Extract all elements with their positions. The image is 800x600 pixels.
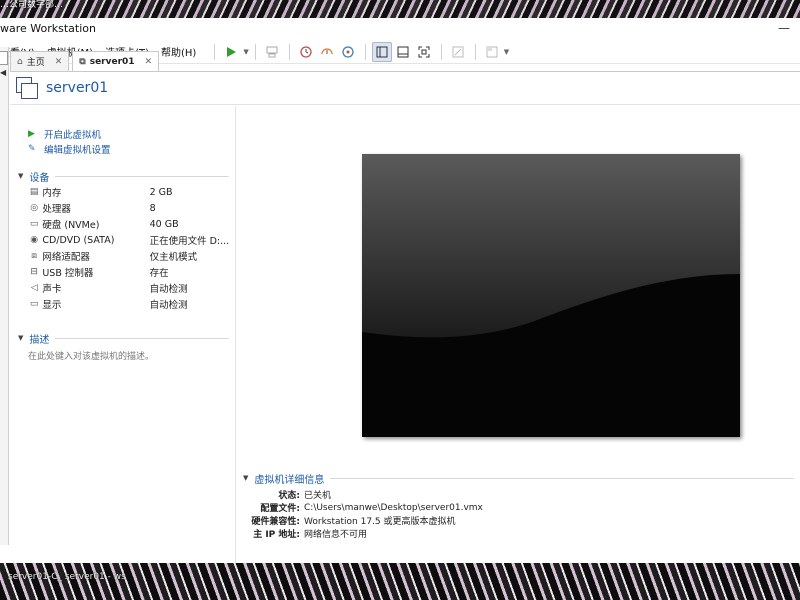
power-on-icon: ▶ (28, 128, 35, 139)
device-sound[interactable]: ◁ 声卡 自动检测 (10, 280, 235, 296)
device-value: 2 GB (149, 186, 173, 198)
tab-bar: ⌂ 主页 ✕ ⧉ server01 ✕ (10, 49, 800, 71)
disk-icon: ▭ (29, 219, 39, 229)
library-search-box[interactable] (0, 51, 8, 65)
library-collapsed-strip[interactable]: ◀ (0, 47, 9, 545)
detail-ip-address: 主 IP 地址: 网络信息不可用 (243, 527, 800, 540)
sound-icon: ◁ (30, 283, 38, 293)
detail-value: C:\Users\manwe\Desktop\server01.vmx (304, 502, 483, 513)
device-value: 仅主机模式 (149, 252, 198, 263)
detail-key: 状态: (278, 491, 300, 501)
device-name: 网络适配器 (42, 252, 90, 263)
edit-settings-action[interactable]: ✎ 编辑虚拟机设置 (10, 141, 235, 156)
details-section-header[interactable]: ▼ 虚拟机详细信息 (243, 470, 800, 486)
minimize-button[interactable]: — (778, 21, 790, 35)
device-value: 存在 (149, 268, 169, 279)
devices-section-header[interactable]: ▼ 设备 (10, 168, 235, 184)
screen-gloss (362, 154, 740, 338)
close-icon[interactable]: ✕ (145, 57, 153, 67)
window-title: ware Workstation (0, 22, 96, 35)
device-name: 内存 (42, 188, 62, 199)
detail-value: Workstation 17.5 或更高版本虚拟机 (304, 517, 456, 527)
detail-key: 主 IP 地址: (253, 530, 300, 540)
edit-settings-icon: ✎ (28, 143, 36, 154)
device-name: CD/DVD (SATA) (42, 234, 115, 246)
device-value: 正在使用文件 D:... (149, 236, 230, 247)
device-cpu[interactable]: ◎ 处理器 8 (10, 200, 235, 216)
divider (55, 175, 229, 177)
description-text[interactable]: 在此处键入对该虚拟机的描述。 (10, 349, 235, 362)
vm-summary-panel: ▶ 开启此虚拟机 ✎ 编辑虚拟机设置 ▼ 设备 ▤ 内存 2 GB ◎ 处理器 … (10, 106, 236, 563)
collapse-icon: ▼ (18, 334, 24, 342)
device-memory[interactable]: ▤ 内存 2 GB (10, 184, 235, 200)
tab-home[interactable]: ⌂ 主页 ✕ (10, 51, 70, 71)
device-usb[interactable]: ⊟ USB 控制器 存在 (10, 264, 235, 280)
detail-key: 配置文件: (260, 504, 300, 514)
close-icon[interactable]: ✕ (55, 57, 63, 67)
device-name: 声卡 (42, 284, 62, 295)
device-value: 8 (149, 202, 156, 214)
tab-label: 主页 (26, 58, 45, 68)
device-name: 硬盘 (NVMe) (42, 220, 100, 231)
device-value: 自动检测 (149, 284, 188, 295)
device-disk[interactable]: ▭ 硬盘 (NVMe) 40 GB (10, 216, 235, 232)
detail-state: 状态: 已关机 (243, 488, 800, 501)
section-title: 设备 (29, 172, 50, 184)
tab-server01[interactable]: ⧉ server01 ✕ (72, 51, 160, 71)
section-title: 描述 (29, 334, 50, 346)
device-network[interactable]: ⧈ 网络适配器 仅主机模式 (10, 248, 235, 264)
cd-icon: ◉ (30, 235, 39, 245)
detail-value: 已关机 (304, 491, 332, 501)
device-name: USB 控制器 (42, 268, 94, 279)
memory-icon: ▤ (29, 187, 39, 197)
detail-value: 网络信息不可用 (304, 530, 368, 540)
device-display[interactable]: ▭ 显示 自动检测 (10, 296, 235, 312)
collapse-icon: ▼ (18, 172, 24, 180)
network-icon: ⧈ (31, 251, 38, 261)
title-bar: ware Workstation — (0, 18, 800, 40)
action-label: 编辑虚拟机设置 (44, 144, 111, 156)
vm-icon (16, 77, 38, 99)
home-icon: ⌂ (17, 56, 23, 67)
description-section-header[interactable]: ▼ 描述 (10, 330, 235, 346)
divider (330, 477, 794, 479)
vm-screen-preview[interactable] (362, 154, 740, 437)
divider (55, 337, 229, 339)
collapse-icon: ▼ (243, 474, 249, 482)
display-icon: ▭ (29, 299, 39, 309)
vm-details-panel: ▼ 虚拟机详细信息 状态: 已关机 配置文件: C:\Users\manwe\D… (243, 470, 800, 540)
taskbar-label: server01-C_ server01 - ws (8, 572, 126, 582)
tab-label: server01 (89, 56, 135, 67)
device-value: 40 GB (149, 218, 179, 230)
power-on-action[interactable]: ▶ 开启此虚拟机 (10, 126, 235, 141)
usb-icon: ⊟ (30, 267, 38, 277)
cpu-icon: ◎ (30, 203, 39, 213)
device-cd[interactable]: ◉ CD/DVD (SATA) 正在使用文件 D:... (10, 232, 235, 248)
wallpaper-top-text: …公司数字部… (0, 0, 64, 10)
device-name: 处理器 (42, 204, 71, 215)
section-title: 虚拟机详细信息 (254, 474, 325, 486)
device-value: 自动检测 (149, 300, 188, 311)
desktop-wallpaper-top (0, 0, 800, 18)
vm-header: server01 (10, 71, 800, 105)
detail-hardware-compat: 硬件兼容性: Workstation 17.5 或更高版本虚拟机 (243, 514, 800, 527)
action-label: 开启此虚拟机 (44, 129, 102, 141)
detail-config-file: 配置文件: C:\Users\manwe\Desktop\server01.vm… (243, 501, 800, 515)
vm-tab-icon: ⧉ (79, 56, 86, 67)
detail-key: 硬件兼容性: (251, 517, 300, 527)
device-name: 显示 (42, 300, 62, 311)
vm-title: server01 (46, 80, 109, 96)
library-expand-icon[interactable]: ◀ (0, 68, 6, 77)
